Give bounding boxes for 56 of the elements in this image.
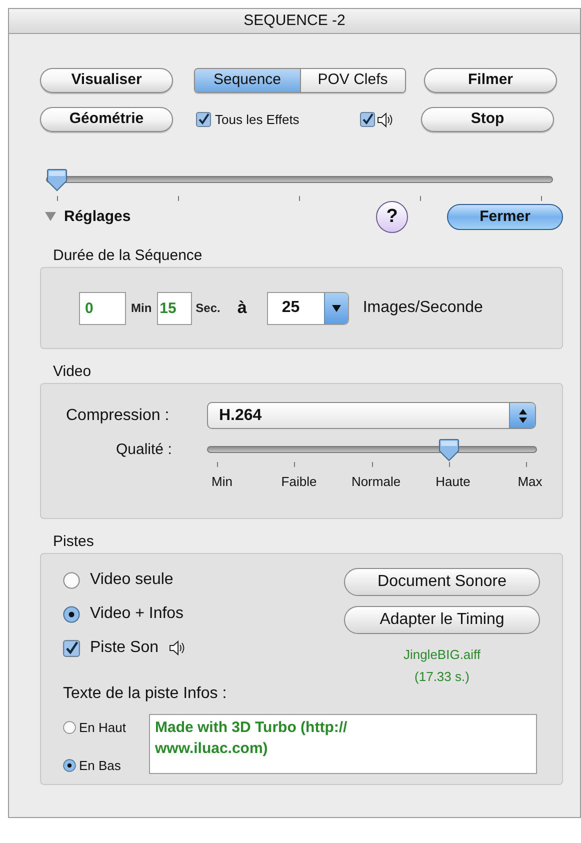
- info-text-area[interactable]: Made with 3D Turbo (http:// www.iluac.com): [149, 714, 537, 774]
- checkbox[interactable]: [360, 112, 375, 127]
- adapt-timing-button[interactable]: Adapter le Timing: [344, 606, 540, 634]
- film-button[interactable]: Filmer: [424, 68, 557, 93]
- radio-label: En Bas: [79, 756, 121, 774]
- dropdown-arrow-icon: [332, 304, 341, 312]
- stepper-arrows-icon: [518, 408, 526, 422]
- compression-label: Compression :: [66, 406, 170, 426]
- disclosure-toggle[interactable]: Réglages: [45, 206, 131, 228]
- radio-label: En Haut: [79, 719, 126, 737]
- tick-label: Faible: [280, 473, 318, 491]
- segment-tab[interactable]: Sequence: [195, 69, 300, 92]
- compression-popup[interactable]: H.264: [207, 402, 536, 429]
- checkbox-label: Tous les Effets: [215, 110, 300, 129]
- disclosure-triangle-icon: [45, 212, 56, 222]
- fps-unit-label: Images/Seconde: [362, 298, 483, 318]
- tick-label: Normale: [350, 473, 402, 491]
- radio-button[interactable]: [63, 721, 76, 734]
- radio-button[interactable]: [63, 758, 76, 772]
- quality-label: Qualité :: [116, 440, 173, 460]
- close-button[interactable]: Fermer: [447, 204, 563, 230]
- speaker-icon: [376, 110, 394, 128]
- unit-label: Min: [131, 300, 152, 317]
- tick-label: Max: [516, 473, 544, 491]
- tick-label: Min: [210, 473, 234, 491]
- visualise-button[interactable]: Visualiser: [40, 68, 173, 93]
- help-button[interactable]: ?: [376, 201, 408, 233]
- radio-button[interactable]: [63, 606, 80, 622]
- checkbox-label: Piste Son: [90, 638, 158, 658]
- stop-button[interactable]: Stop: [421, 107, 554, 132]
- group-title: Video: [52, 362, 92, 381]
- info-text-label: Texte de la piste Infos :: [63, 684, 228, 704]
- window-title: SEQUENCE -2: [244, 10, 346, 31]
- slider-thumb[interactable]: [438, 438, 460, 462]
- tick-label: Haute: [434, 473, 472, 491]
- radio-button[interactable]: [63, 572, 80, 588]
- at-label: à: [237, 297, 247, 320]
- speaker-icon: [168, 639, 186, 657]
- sound-file-name: JingleBIG.aiff: [403, 646, 481, 664]
- sound-duration: (17.33 s.): [414, 668, 470, 686]
- slider-thumb[interactable]: [46, 168, 68, 192]
- geometry-button[interactable]: Géométrie: [40, 107, 173, 132]
- checkbox[interactable]: [63, 640, 80, 656]
- segment-tab[interactable]: POV Clefs: [300, 69, 405, 92]
- unit-label: Sec.: [196, 300, 220, 317]
- fps-combo-box[interactable]: 25: [266, 292, 349, 324]
- timeline-slider[interactable]: [46, 168, 553, 192]
- seconds-field[interactable]: 15: [156, 292, 192, 324]
- checkbox[interactable]: [196, 112, 211, 127]
- quality-slider[interactable]: [207, 438, 537, 462]
- radio-label: Video + Infos: [90, 604, 184, 624]
- minutes-field[interactable]: 0: [79, 292, 126, 324]
- radio-label: Video seule: [90, 570, 174, 590]
- group-title: Durée de la Séquence: [52, 246, 204, 265]
- sound-document-button[interactable]: Document Sonore: [344, 568, 540, 596]
- group-title: Pistes: [52, 532, 95, 551]
